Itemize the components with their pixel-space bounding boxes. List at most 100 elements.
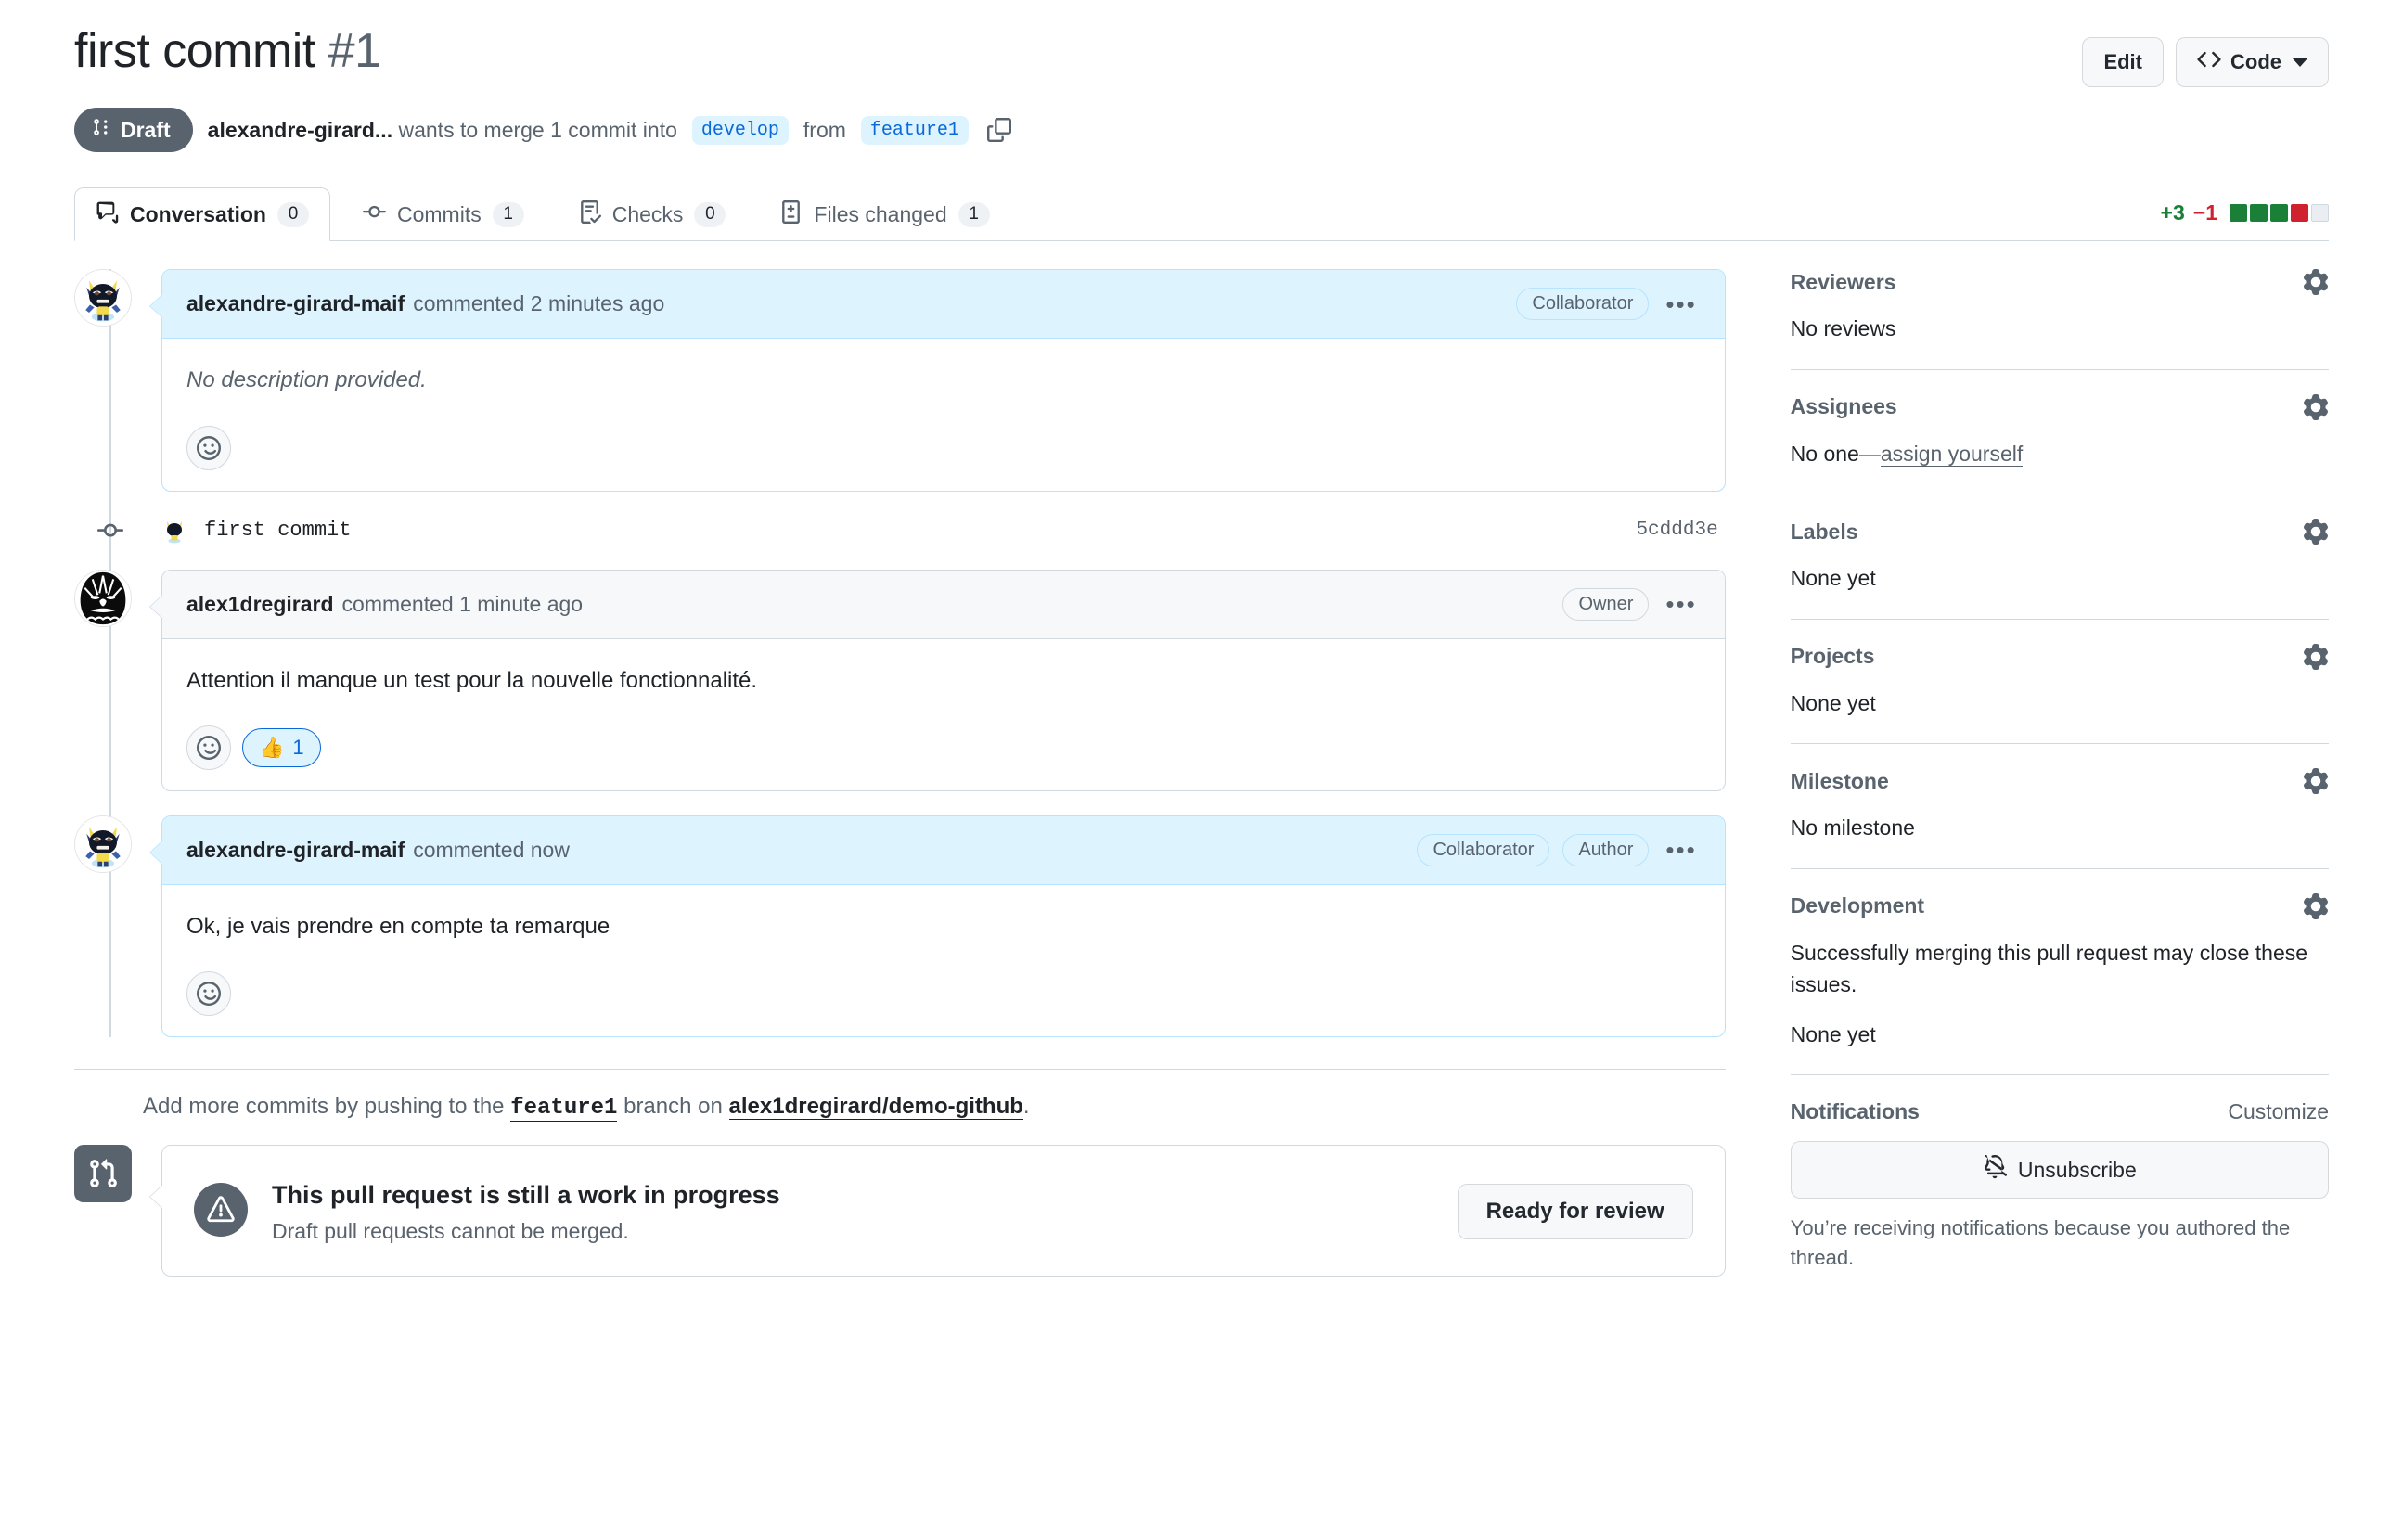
comment-menu-icon[interactable]: ••• [1662,292,1700,316]
commit-message[interactable]: first commit [204,519,351,542]
tab-files-changed[interactable]: Files changed 1 [758,187,1010,241]
push-note-branch[interactable]: feature1 [510,1095,618,1122]
comment-reactions [162,417,1725,491]
timeline-comment: alexandre-girard-maif commented now Coll… [74,815,1726,1037]
push-note-repo-link[interactable]: alex1dregirard/demo-github [728,1093,1023,1120]
assign-yourself-link[interactable]: assign yourself [1880,441,2024,467]
push-note-suffix: . [1022,1093,1030,1119]
commit-icon [362,200,386,230]
tab-files-changed-count: 1 [957,201,990,227]
add-reaction-icon[interactable] [186,725,231,770]
reaction-thumbsup[interactable]: 👍 1 [242,727,321,767]
reviewers-title: Reviewers [1790,269,1896,294]
comment-reactions [162,962,1725,1036]
tab-checks[interactable]: Checks 0 [557,187,748,241]
edit-button[interactable]: Edit [2082,37,2164,88]
code-button[interactable]: Code [2176,37,2329,88]
comment-box: alex1dregirard commented 1 minute ago Ow… [149,569,1726,791]
checks-icon [578,199,601,230]
commit-sha[interactable]: 5cddd3e [1636,520,1725,541]
gear-icon[interactable] [2303,519,2329,545]
tab-checks-label: Checks [611,201,684,226]
avatar[interactable] [74,815,132,873]
code-button-label: Code [2230,50,2281,73]
chevron-down-icon [2293,58,2307,67]
role-badge-author: Author [1562,833,1650,866]
sidebar-section-development: Development Successfully merging this pu… [1790,892,2329,1076]
comment-menu-icon[interactable]: ••• [1662,838,1700,862]
push-note-prefix: Add more commits by pushing to the [143,1093,505,1119]
pr-author-name: alexandre-girard... [207,117,393,142]
comment-header-actions: Owner ••• [1562,587,1700,621]
tab-conversation[interactable]: Conversation 0 [74,187,330,242]
merge-status-text: This pull request is still a work in pro… [272,1179,780,1244]
gear-icon[interactable] [2303,269,2329,296]
avatar[interactable] [74,269,132,327]
development-header: Development [1791,892,2329,919]
unsubscribe-button[interactable]: Unsubscribe [1790,1141,2329,1200]
role-badge-owner: Owner [1562,587,1650,621]
tab-commits[interactable]: Commits 1 [341,187,546,241]
comment-author[interactable]: alexandre-girard-maif [186,838,405,863]
comment-author[interactable]: alexandre-girard-maif [186,291,405,316]
labels-title: Labels [1790,519,1858,544]
merge-status-box: This pull request is still a work in pro… [149,1144,1726,1277]
ready-for-review-button[interactable]: Ready for review [1457,1184,1693,1239]
gear-icon[interactable] [2303,892,2329,919]
comment-author[interactable]: alex1dregirard [186,592,334,617]
projects-value: None yet [1790,690,1876,715]
sidebar: Reviewers No reviews Assignees No one—as… [1790,269,2329,1321]
head-branch-chip[interactable]: feature1 [860,115,969,145]
development-value: None yet [1790,1021,1876,1046]
pr-tabbar: Conversation 0 Commits 1 Checks 0 Files … [74,184,2329,242]
timeline-commit-row: first commit 5cddd3e [74,515,1726,545]
comment-header-actions: Collaborator ••• [1516,288,1700,321]
reviewers-header: Reviewers [1790,269,2329,296]
diff-block [2311,204,2329,223]
add-reaction-icon[interactable] [186,425,231,470]
gear-icon[interactable] [2303,393,2329,420]
notifications-title: Notifications [1790,1099,1920,1124]
pr-number: #1 [328,24,381,78]
comment-menu-icon[interactable]: ••• [1662,592,1700,616]
comment-body: No description provided. [162,339,1725,416]
notifications-header: Notifications Customize [1791,1099,2329,1124]
sidebar-section-milestone: Milestone No milestone [1790,768,2329,869]
push-commits-note: Add more commits by pushing to the featu… [143,1093,1726,1122]
merge-status-title: This pull request is still a work in pro… [272,1180,780,1209]
comment-header: alexandre-girard-maif commented now Coll… [162,815,1725,885]
tab-conversation-label: Conversation [130,201,266,226]
draft-icon [93,117,111,143]
milestone-header: Milestone [1790,768,2329,795]
pr-title-text: first commit [74,24,315,78]
avatar[interactable] [74,569,132,627]
assignees-header: Assignees [1791,393,2329,420]
comment-body: Attention il manque un test pour la nouv… [162,639,1725,716]
pull-request-page: first commit #1 Edit Code Draft alexandr… [0,0,2403,1540]
diff-icon [779,199,803,230]
conversation-column: alexandre-girard-maif commented 2 minute… [74,269,1726,1321]
gear-icon[interactable] [2303,768,2329,795]
base-branch-chip[interactable]: develop [691,115,789,145]
sidebar-section-notifications: Notifications Customize Unsubscribe You’… [1790,1099,2329,1297]
notifications-note: You’re receiving notifications because y… [1790,1216,2291,1270]
comment-box: alexandre-girard-maif commented now Coll… [149,815,1726,1037]
comment-header-actions: Collaborator Author ••• [1417,833,1700,866]
commit-author-avatar[interactable] [160,515,189,545]
milestone-title: Milestone [1790,768,1889,793]
gear-icon[interactable] [2303,643,2329,670]
tab-commits-label: Commits [396,201,482,226]
add-reaction-icon[interactable] [186,970,231,1016]
copy-icon[interactable] [986,118,1011,143]
thumbsup-icon: 👍 [259,735,285,759]
customize-link[interactable]: Customize [2228,1099,2329,1124]
reaction-count: 1 [292,735,304,759]
assignees-value: No one—assign yourself [1791,438,2329,470]
warning-icon [194,1182,248,1237]
timeline-divider [74,1068,1726,1070]
tab-commits-count: 1 [492,201,524,227]
projects-title: Projects [1790,644,1875,669]
development-description: Successfully merging this pull request m… [1790,940,2308,997]
pr-body: alexandre-girard-maif commented 2 minute… [74,269,2329,1321]
header-actions: Edit Code [2082,24,2329,88]
